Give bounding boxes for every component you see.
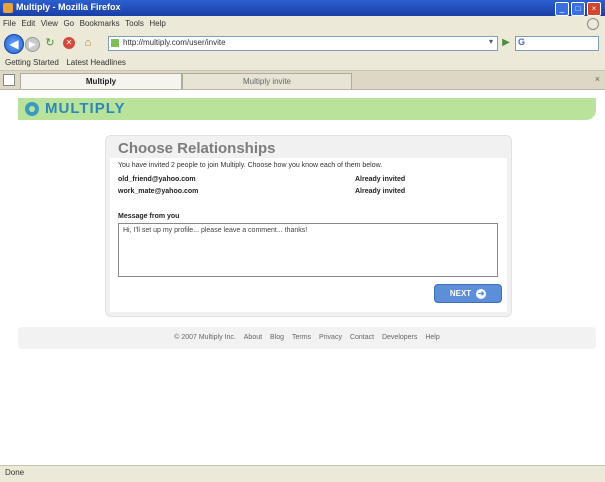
status-text: Done <box>5 468 25 477</box>
menu-help[interactable]: Help <box>149 16 165 31</box>
contact-status: Already invited <box>355 176 406 183</box>
firefox-icon <box>3 3 13 13</box>
window-title: Multiply - Mozilla Firefox <box>16 2 121 12</box>
menu-tools[interactable]: Tools <box>125 16 144 31</box>
card-body: You have invited 2 people to join Multip… <box>110 158 507 312</box>
status-bar: Done <box>0 465 605 482</box>
footer-link-blog[interactable]: Blog <box>270 334 284 341</box>
search-input[interactable]: G <box>515 36 599 51</box>
menu-bar: File Edit View Go Bookmarks Tools Help <box>0 16 605 31</box>
tab-multiply[interactable]: Multiply <box>20 73 182 89</box>
forward-button[interactable]: ▶ <box>25 37 40 52</box>
window-controls: _ □ × <box>555 2 601 16</box>
page-title: Choose Relationships <box>118 140 276 157</box>
page-footer: © 2007 Multiply Inc. About Blog Terms Pr… <box>18 327 596 349</box>
bookmark-getting-started[interactable]: Getting Started <box>5 58 59 67</box>
footer-link-about[interactable]: About <box>244 334 262 341</box>
instructions-text: You have invited 2 people to join Multip… <box>118 162 383 169</box>
url-text[interactable]: http://multiply.com/user/invite <box>123 38 226 47</box>
message-label: Message from you <box>118 213 180 220</box>
tab-close-icon[interactable]: × <box>595 74 600 84</box>
window-titlebar: Multiply - Mozilla Firefox _ □ × <box>0 0 605 16</box>
stop-icon[interactable]: ✕ <box>63 37 75 49</box>
next-button[interactable]: NEXT ➜ <box>434 284 502 303</box>
url-input[interactable]: http://multiply.com/user/invite ▾ <box>108 36 498 51</box>
bookmark-latest-headlines[interactable]: Latest Headlines <box>66 58 126 67</box>
reload-icon[interactable]: ↻ <box>44 37 56 49</box>
page-content: MULTIPLY Choose Relationships You have i… <box>0 90 605 464</box>
next-button-label: NEXT <box>449 289 472 298</box>
menu-edit[interactable]: Edit <box>21 16 35 31</box>
new-tab-icon[interactable] <box>3 74 15 86</box>
relationships-card: Choose Relationships You have invited 2 … <box>105 135 512 317</box>
menu-file[interactable]: File <box>3 16 16 31</box>
footer-copyright: © 2007 Multiply Inc. <box>174 334 236 341</box>
menu-go[interactable]: Go <box>63 16 74 31</box>
multiply-logo-icon[interactable] <box>25 102 39 116</box>
arrow-right-icon: ➜ <box>476 288 487 299</box>
footer-link-terms[interactable]: Terms <box>292 334 311 341</box>
close-button[interactable]: × <box>587 2 601 16</box>
footer-link-contact[interactable]: Contact <box>350 334 374 341</box>
navigation-toolbar: ◀ ▶ ↻ ✕ ⌂ http://multiply.com/user/invit… <box>0 31 605 56</box>
footer-link-help[interactable]: Help <box>425 334 439 341</box>
tab-multiply-invite[interactable]: Multiply invite <box>182 73 352 89</box>
contact-status: Already invited <box>355 188 406 195</box>
menu-view[interactable]: View <box>41 16 58 31</box>
throbber-icon <box>587 18 599 30</box>
favicon-icon <box>111 39 119 47</box>
bookmarks-toolbar: Getting Started Latest Headlines <box>0 56 605 71</box>
menu-bookmarks[interactable]: Bookmarks <box>80 16 120 31</box>
maximize-button[interactable]: □ <box>571 2 585 16</box>
logo-text[interactable]: MULTIPLY <box>45 100 126 117</box>
footer-link-developers[interactable]: Developers <box>382 334 417 341</box>
search-engine-icon[interactable]: G <box>518 37 525 47</box>
minimize-button[interactable]: _ <box>555 2 569 16</box>
message-textarea[interactable]: Hi, I'll set up my profile... please lea… <box>118 223 498 277</box>
contact-email: old_friend@yahoo.com <box>118 176 196 183</box>
url-dropdown-icon[interactable]: ▾ <box>489 37 493 46</box>
back-button[interactable]: ◀ <box>4 34 24 54</box>
go-button[interactable]: ▶ <box>500 37 512 49</box>
contact-email: work_mate@yahoo.com <box>118 188 199 195</box>
home-icon[interactable]: ⌂ <box>82 37 94 49</box>
footer-link-privacy[interactable]: Privacy <box>319 334 342 341</box>
tab-bar: Multiply Multiply invite × <box>0 71 605 90</box>
header-banner: MULTIPLY <box>18 98 596 120</box>
